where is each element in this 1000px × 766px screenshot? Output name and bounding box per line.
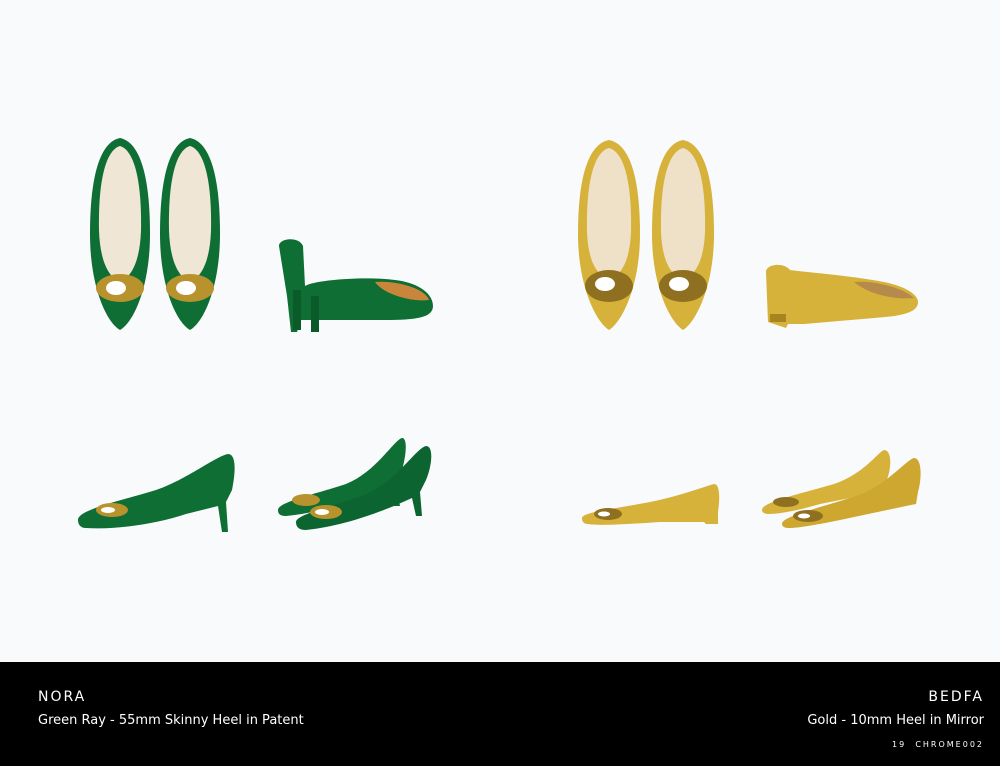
page-number: 19 <box>892 740 907 749</box>
green-pump-rear-view <box>279 239 433 332</box>
right-product-name: BEDFA <box>928 689 984 705</box>
left-product-description: Green Ray - 55mm Skinny Heel in Patent <box>38 713 304 728</box>
green-pump-side-view <box>78 454 235 532</box>
gold-flat-side-view <box>582 484 720 525</box>
gold-flat-pair-angled <box>762 450 921 528</box>
right-product-description: Gold - 10mm Heel in Mirror <box>807 713 984 728</box>
gold-flat-top-view-right <box>652 140 714 330</box>
left-product-name: NORA <box>38 689 87 705</box>
caption-footer: NORA Green Ray - 55mm Skinny Heel in Pat… <box>0 662 1000 766</box>
green-pump-pair-angled <box>278 438 432 530</box>
green-pump-top-view-right <box>160 138 220 330</box>
catalog-code: CHROME002 <box>915 740 984 749</box>
gold-flat-rear-view <box>766 264 918 328</box>
green-pump-top-view-left <box>90 138 150 330</box>
page-code: 19 CHROME002 <box>892 740 984 749</box>
product-photo-stage <box>0 0 1000 662</box>
gold-flat-top-view-left <box>578 140 640 330</box>
